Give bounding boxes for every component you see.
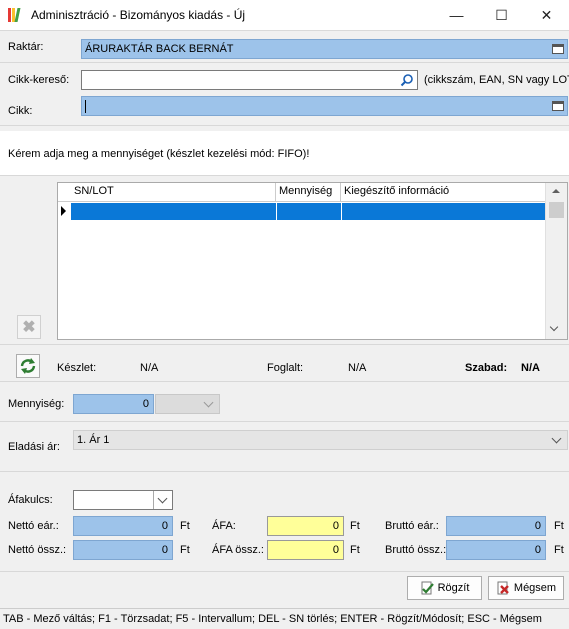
sn-lot-grid[interactable]: SN/LOT Mennyiség Kiegészítő információ: [57, 182, 568, 340]
foglalt-value: N/A: [348, 362, 367, 374]
text-cursor: [85, 100, 86, 113]
column-header-sn-lot[interactable]: SN/LOT: [71, 183, 276, 202]
table-row[interactable]: [71, 203, 546, 220]
delete-x-icon: ✖: [22, 319, 36, 336]
afa-ossz-label: ÁFA össz.:: [212, 544, 264, 556]
quantity-section: Mennyiség: 0: [0, 382, 569, 422]
refresh-stock-button[interactable]: [16, 354, 40, 378]
cikk-field[interactable]: [81, 96, 568, 116]
gross-total-input[interactable]: 0: [446, 540, 546, 560]
cikk-label: Cikk:: [8, 105, 33, 117]
currency-label: Ft: [554, 520, 564, 532]
vat-rate-value: [74, 494, 77, 506]
net-unit-price-input[interactable]: 0: [73, 516, 173, 536]
search-icon[interactable]: [400, 73, 414, 87]
column-header-mennyiseg[interactable]: Mennyiség: [276, 183, 341, 202]
szabad-label: Szabad:: [465, 362, 508, 374]
netto-ossz-label: Nettó össz.:: [8, 544, 67, 556]
raktar-field[interactable]: ÁRURAKTÁR BACK BERNÁT: [81, 39, 568, 59]
quantity-input[interactable]: 0: [73, 394, 154, 414]
keszlet-label: Készlet:: [57, 362, 97, 374]
column-header-kiegeszito[interactable]: Kiegészítő információ: [341, 183, 545, 202]
cikk-kereso-label: Cikk-kereső:: [8, 74, 70, 86]
cikk-kereso-input[interactable]: [81, 70, 418, 90]
afakulcs-label: Áfakulcs:: [8, 494, 53, 506]
netto-ear-label: Nettó eár.:: [8, 520, 59, 532]
close-icon: ✕: [540, 6, 553, 23]
message-panel: Kérem adja meg a mennyiséget (készlet ke…: [0, 131, 569, 176]
mennyiseg-label: Mennyiség:: [8, 398, 65, 410]
scroll-down-icon[interactable]: [549, 322, 559, 332]
sale-price-section: Eladási ár: 1. Ár 1: [0, 422, 569, 472]
lookup-icon[interactable]: [552, 44, 564, 54]
keszlet-value: N/A: [140, 362, 159, 374]
cancel-button[interactable]: Mégsem: [488, 576, 564, 600]
maximize-button[interactable]: ☐: [479, 0, 524, 30]
vertical-scrollbar[interactable]: [545, 183, 567, 339]
afa-label: ÁFA:: [212, 520, 236, 532]
sale-price-select[interactable]: 1. Ár 1: [73, 430, 568, 450]
currency-label: Ft: [180, 544, 190, 556]
vat-rate-select[interactable]: [73, 490, 173, 510]
currency-label: Ft: [350, 544, 360, 556]
cancel-x-icon: [497, 581, 509, 595]
currency-label: Ft: [180, 520, 190, 532]
scroll-thumb[interactable]: [549, 202, 564, 218]
column-divider: [341, 203, 342, 220]
warehouse-section: Raktár: ÁRURAKTÁR BACK BERNÁT: [0, 31, 569, 63]
grid-header: SN/LOT Mennyiség Kiegészítő információ: [58, 183, 545, 202]
brutto-ossz-label: Bruttó össz.:: [385, 544, 447, 556]
minimize-button[interactable]: —: [434, 0, 479, 30]
save-button[interactable]: Rögzít: [407, 576, 482, 600]
foglalt-label: Foglalt:: [267, 362, 304, 374]
refresh-icon: [20, 358, 36, 374]
vat-total-input[interactable]: 0: [267, 540, 344, 560]
raktar-label: Raktár:: [8, 41, 44, 53]
szabad-value: N/A: [521, 362, 540, 374]
vat-amount-input[interactable]: 0: [267, 516, 344, 536]
stock-section: Készlet: N/A Foglalt: N/A Szabad: N/A: [0, 344, 569, 382]
app-books-icon: [8, 8, 24, 22]
window-title: Adminisztráció - Bizományos kiadás - Új: [31, 8, 246, 22]
save-check-icon: [421, 581, 434, 595]
sale-price-value: 1. Ár 1: [77, 434, 110, 446]
status-bar: TAB - Mező váltás; F1 - Törzsadat; F5 - …: [0, 608, 569, 629]
close-button[interactable]: ✕: [524, 0, 569, 30]
cikk-kereso-hint: (cikkszám, EAN, SN vagy LOT): [424, 74, 569, 86]
chevron-down-icon[interactable]: [153, 491, 171, 509]
maximize-icon: ☐: [495, 6, 508, 23]
column-divider: [276, 203, 277, 220]
net-total-input[interactable]: 0: [73, 540, 173, 560]
currency-label: Ft: [554, 544, 564, 556]
cancel-label: Mégsem: [513, 582, 557, 594]
unit-select[interactable]: [155, 394, 220, 414]
brutto-ear-label: Bruttó eár.:: [385, 520, 439, 532]
chevron-down-icon[interactable]: [199, 395, 217, 413]
item-search-section: Cikk-kereső: (cikkszám, EAN, SN vagy LOT…: [0, 63, 569, 126]
title-bar: Adminisztráció - Bizományos kiadás - Új …: [0, 0, 569, 31]
gross-unit-price-input[interactable]: 0: [446, 516, 546, 536]
unit-value: [156, 398, 159, 410]
currency-label: Ft: [350, 520, 360, 532]
instruction-message: Kérem adja meg a mennyiséget (készlet ke…: [8, 148, 310, 160]
delete-sn-button[interactable]: ✖: [17, 315, 41, 339]
chevron-down-icon[interactable]: [547, 431, 565, 449]
raktar-value: ÁRURAKTÁR BACK BERNÁT: [85, 43, 234, 55]
minimize-icon: —: [449, 7, 464, 23]
eladasi-ar-label: Eladási ár:: [8, 441, 60, 453]
current-row-indicator-icon: [61, 206, 66, 216]
scroll-up-icon[interactable]: [552, 189, 560, 193]
lookup-icon[interactable]: [552, 101, 564, 111]
vat-price-section: Áfakulcs: Nettó eár.: 0 Ft ÁFA: 0 Ft Bru…: [0, 472, 569, 572]
save-label: Rögzít: [437, 582, 470, 594]
